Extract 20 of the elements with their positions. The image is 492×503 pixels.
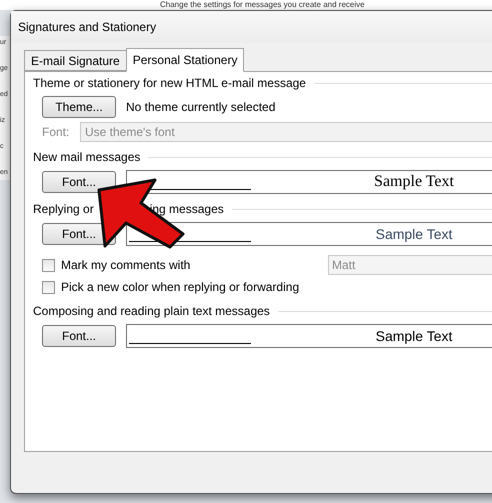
font-button[interactable]: Font...	[42, 325, 116, 347]
checkbox[interactable]	[42, 258, 55, 272]
font-button[interactable]: Font...	[42, 171, 116, 193]
sample-text: Sample Text	[376, 326, 452, 346]
font-label: Font:	[42, 124, 70, 141]
tab[interactable]: E-mail Signature	[24, 50, 126, 71]
window-title: Signatures and Stationery	[18, 19, 156, 36]
tab[interactable]: Personal Stationery	[126, 48, 244, 72]
section-heading: Theme or stationery for new HTML e-mail message	[33, 75, 306, 92]
section-heading: New mail messages	[33, 149, 140, 166]
checkbox-label: Mark my comments with	[61, 257, 190, 274]
section-heading: Replying or	[33, 201, 94, 218]
sample-text: Sample Text	[374, 172, 454, 192]
theme-button[interactable]: Theme...	[42, 96, 116, 118]
checkbox-label: Pick a new color when replying or forwarding	[61, 279, 300, 296]
sample-text: Sample Text	[376, 224, 452, 244]
section-heading: Composing and reading plain text messages	[33, 303, 270, 320]
checkbox[interactable]	[42, 280, 55, 294]
background-heading: Change the settings for messages you create and receive	[160, 1, 365, 9]
theme-status: No theme currently selected	[126, 99, 276, 116]
